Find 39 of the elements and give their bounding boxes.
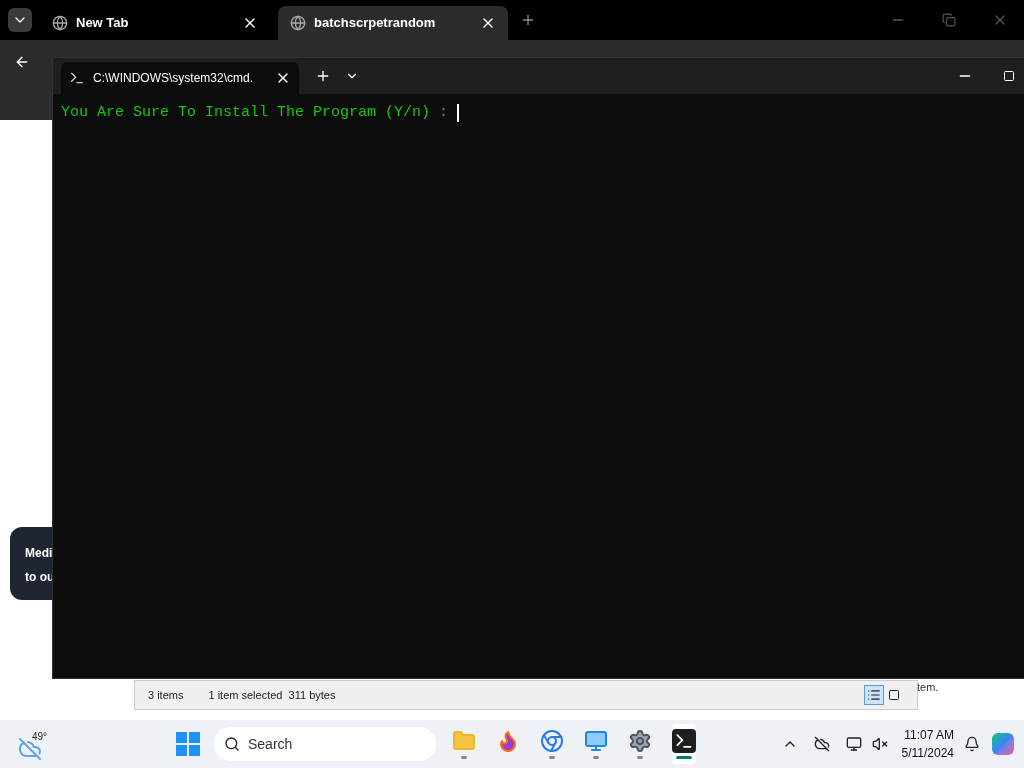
terminal-tab[interactable]: C:\WINDOWS\system32\cmd. (61, 62, 299, 94)
back-icon[interactable] (14, 54, 30, 70)
terminal-prompt: You Are Sure To Install The Program (Y/n) : (61, 103, 450, 123)
mute-icon[interactable] (871, 736, 888, 752)
tab-list-button[interactable] (8, 8, 32, 32)
maximize-icon[interactable] (1003, 70, 1015, 82)
text-cursor (457, 104, 460, 123)
article-text: tem. (917, 680, 939, 695)
console-icon (69, 70, 85, 86)
browser-icon (540, 729, 564, 753)
clock-date[interactable]: 5/11/2024 (901, 744, 954, 762)
toast-text: Medi (25, 545, 54, 562)
square-icon (888, 689, 900, 701)
globe-icon (52, 15, 68, 31)
cloud-off-icon[interactable] (813, 736, 830, 752)
search-field[interactable]: Search (214, 727, 436, 761)
taskbar-app[interactable] (672, 724, 696, 764)
monitor-icon (584, 729, 608, 753)
search-icon (224, 736, 240, 752)
tab-title: batchscrpetrandom (314, 14, 437, 33)
bell-icon[interactable] (964, 736, 980, 752)
tab-title: New Tab (76, 14, 130, 33)
tab-title: C:\WINDOWS\system32\cmd. (93, 70, 254, 87)
details-view-button[interactable] (864, 685, 884, 705)
new-tab-icon[interactable] (315, 68, 331, 84)
item-count: 3 items (148, 687, 184, 703)
folder-icon (452, 729, 476, 753)
copilot-icon[interactable] (992, 733, 1014, 755)
temperature: 49° (32, 730, 48, 744)
clock-time[interactable]: 11:07 AM (904, 726, 954, 744)
list-icon (867, 688, 881, 702)
gear-icon (628, 729, 652, 753)
globe-icon (290, 15, 306, 31)
start-icon[interactable] (176, 732, 200, 756)
selection-info: 1 item selected 311 bytes (208, 687, 336, 703)
terminal-icon (672, 729, 696, 753)
browser-tab[interactable]: batchscrpetrandom (278, 6, 508, 40)
restore-icon[interactable] (942, 13, 956, 27)
monitor-icon[interactable] (845, 736, 862, 752)
